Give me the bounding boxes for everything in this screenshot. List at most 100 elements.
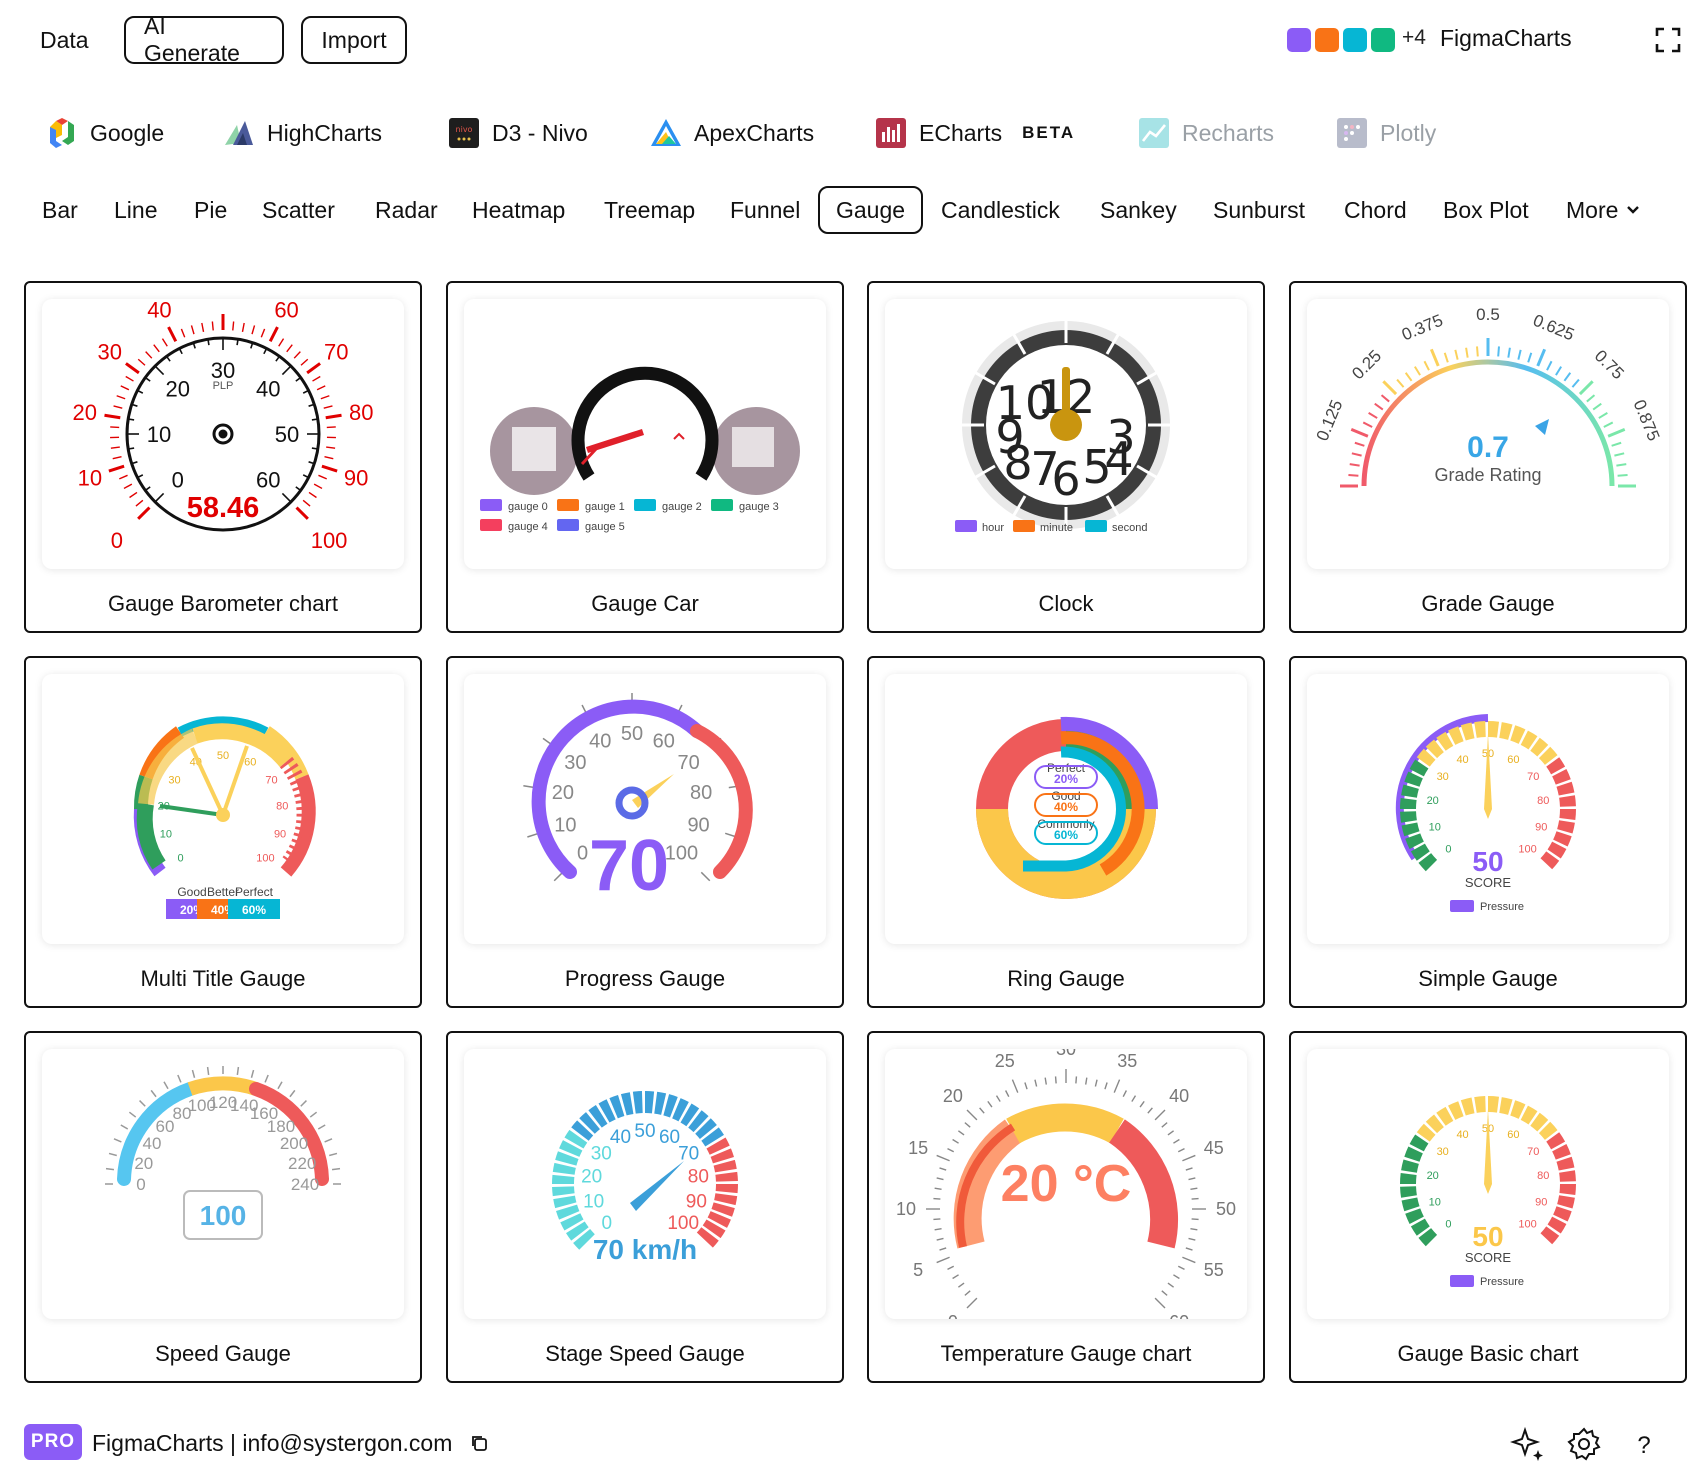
expand-icon[interactable] — [1655, 27, 1681, 53]
tick-label: 70 — [324, 340, 348, 365]
palette-swatch[interactable] — [1343, 28, 1367, 52]
tab-sunburst[interactable]: Sunburst — [1213, 186, 1305, 234]
tab-treemap[interactable]: Treemap — [604, 186, 695, 234]
chart-card[interactable]: 0.125 0.25 0.375 0.5 0.625 0.75 0.875 0.7 Grad… — [1289, 281, 1687, 633]
gauge-segment — [688, 1110, 709, 1133]
tick-mark — [1085, 1077, 1088, 1085]
tab-bar[interactable]: Bar — [42, 186, 78, 234]
tick-label: 240 — [291, 1175, 319, 1194]
palette-swatch[interactable] — [1371, 28, 1395, 52]
tick-label: 30 — [97, 340, 121, 365]
palette-more-count[interactable]: +4 — [1402, 26, 1426, 50]
sparkle-icon[interactable] — [1510, 1426, 1546, 1462]
gauge-unit: SCORE — [1465, 1250, 1512, 1265]
tick-mark — [108, 464, 125, 473]
ai-generate-button[interactable]: AI Generate — [124, 13, 284, 66]
tab-line[interactable]: Line — [114, 186, 157, 234]
tick-mark — [125, 375, 134, 382]
tick-mark — [1578, 380, 1594, 396]
card-title: Clock — [1038, 591, 1094, 616]
tab-scatter[interactable]: Scatter — [262, 186, 335, 234]
tab-heatmap[interactable]: Heatmap — [472, 186, 565, 234]
help-icon[interactable]: ? — [1626, 1426, 1662, 1462]
library-recharts[interactable]: Recharts — [1138, 112, 1274, 154]
chart-thumbnail: 0102030405060708090100 50 SCORE Pressure — [1307, 674, 1669, 944]
library-google[interactable]: Google — [46, 112, 164, 154]
chart-card[interactable]: 0102030405060708090100 50 SCORE Pressure… — [1289, 1031, 1687, 1383]
library-plotly[interactable]: Plotly — [1336, 112, 1436, 154]
tick-mark — [277, 1081, 283, 1090]
tick-mark — [317, 1124, 326, 1130]
footer: PRO FigmaCharts | info@systergon.com ? — [0, 1420, 1700, 1468]
tab-box-plot[interactable]: Box Plot — [1443, 186, 1529, 234]
tick-mark — [1154, 1297, 1166, 1309]
settings-icon[interactable] — [1566, 1426, 1602, 1462]
chart-card[interactable]: Perfect 20% Good 40% Commonly 60% Ring Gauge — [867, 656, 1265, 1008]
chart-card[interactable]: 0 10 20 30 40 50 60 70 80 90 100 70 Progress Gauge — [446, 656, 844, 1008]
tick-label: 20 — [552, 782, 574, 804]
tick-mark — [1380, 394, 1390, 403]
tab-gauge[interactable]: Gauge — [818, 186, 924, 234]
tab-sankey[interactable]: Sankey — [1100, 186, 1177, 234]
tick-label: 0 — [577, 842, 588, 864]
gauge-segment — [1436, 731, 1454, 751]
tab-chord[interactable]: Chord — [1344, 186, 1407, 234]
tick-label: 0 — [111, 528, 123, 553]
tick-mark — [281, 365, 292, 376]
pro-badge[interactable]: PRO — [24, 1424, 82, 1460]
palette-swatches[interactable] — [1287, 28, 1395, 52]
chart-card[interactable]: 0 5 10 15 20 25 30 35 40 45 50 55 60 20 °C Temperatu… — [867, 1031, 1265, 1383]
library-highcharts[interactable]: HighCharts — [223, 112, 382, 154]
data-tab[interactable]: Data — [40, 16, 89, 64]
svg-text:nivo: nivo — [456, 125, 473, 134]
tick-mark — [163, 1081, 169, 1090]
copy-icon[interactable] — [470, 1434, 488, 1452]
chart-card[interactable]: 12369104578 hourminutesecond Clock — [867, 281, 1265, 633]
legend-swatch — [634, 499, 656, 511]
chart-card[interactable]: 0 20 40 60 80 100 120 140 160 180 200 220 240 100 Sp… — [24, 1031, 422, 1383]
gauge-segment — [672, 1098, 689, 1122]
tick-label: 30 — [168, 775, 180, 787]
tick-label: 10 — [896, 1199, 916, 1219]
library-apexcharts[interactable]: ApexCharts — [650, 112, 814, 154]
multi-title-gauge-preview: 0102030405060708090100 GoodBetterPerfect… — [133, 716, 316, 919]
chart-card[interactable]: gauge 0 gauge 1 gauge 2 gauge 3 gauge 4 gauge… — [446, 281, 844, 633]
stage-speed-gauge-preview: 010 20 3040 50 6070 80 90100 70 km/h — [552, 1091, 738, 1265]
library-d3-nivo[interactable]: nivo D3 - Nivo — [448, 112, 588, 154]
tick-mark — [123, 483, 133, 490]
tick-label: 90 — [274, 829, 286, 841]
tick-label: 15 — [908, 1138, 928, 1158]
tick-label: 0.375 — [1399, 311, 1446, 345]
ring-gauge-preview: Perfect20%Good40%Commonly60% — [976, 716, 1159, 899]
palette-swatch[interactable] — [1315, 28, 1339, 52]
chart-card[interactable]: 0102030405060708090100 GoodBetterPerfect… — [24, 656, 422, 1008]
tab-pie[interactable]: Pie — [194, 186, 227, 234]
gauge-segment — [1547, 1216, 1567, 1234]
palette-swatch[interactable] — [1287, 28, 1311, 52]
tick-mark — [1607, 427, 1626, 438]
highcharts-icon — [225, 121, 253, 145]
footer-contact: FigmaCharts | info@systergon.com — [92, 1430, 453, 1456]
legend-swatch — [1450, 1275, 1474, 1287]
chart-card[interactable]: 0 10 20 30 40 60 70 80 90 100 0 10 20 30 40 50 60 PLP 5… — [24, 281, 422, 633]
tick-label: 0 — [1445, 844, 1451, 856]
tick-mark — [947, 1147, 955, 1153]
tab-radar[interactable]: Radar — [375, 186, 438, 234]
tick-mark — [1617, 474, 1628, 477]
tab-funnel[interactable]: Funnel — [730, 186, 800, 234]
tick-mark — [1122, 1090, 1128, 1098]
chart-card[interactable]: 0102030405060708090100 50 SCORE Pressure… — [1289, 656, 1687, 1008]
tick-mark — [934, 1228, 942, 1231]
more-dropdown[interactable]: More — [1566, 186, 1640, 234]
tick-mark — [326, 446, 336, 449]
chart-card[interactable]: 0 10 20 30 40 50 60 70 80 90 100 70 km/h Stage Spe… — [446, 1031, 844, 1383]
import-button[interactable]: Import — [301, 16, 407, 64]
tick-mark — [1024, 1082, 1028, 1090]
tick-mark — [251, 325, 256, 335]
tick-mark — [1011, 1079, 1019, 1093]
tab-candlestick[interactable]: Candlestick — [941, 186, 1060, 234]
tick-mark — [1598, 411, 1608, 419]
library-label: Recharts — [1182, 119, 1275, 146]
ring-value: 20% — [1054, 772, 1078, 786]
library-echarts[interactable]: ECharts BETA — [875, 112, 1075, 154]
